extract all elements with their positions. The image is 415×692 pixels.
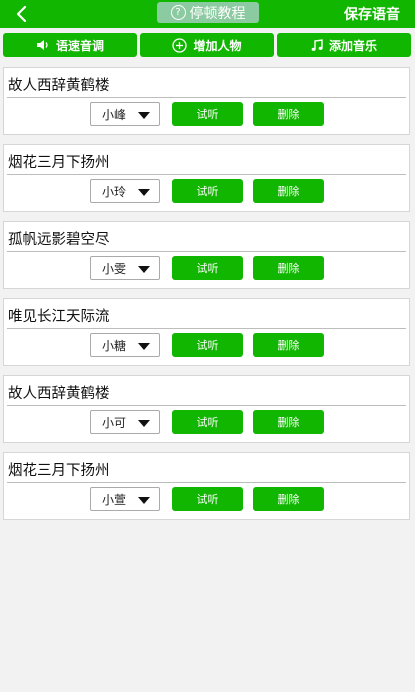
voice-item-card: 故人西辞黄鹤楼 小峰 试听 删除 xyxy=(3,67,410,135)
delete-button[interactable]: 删除 xyxy=(253,333,324,357)
voice-dropdown-value: 小雯 xyxy=(102,261,127,276)
voice-item-text[interactable]: 烟花三月下扬州 xyxy=(8,459,110,480)
voice-dropdown-value: 小糖 xyxy=(102,338,127,353)
divider xyxy=(7,482,406,483)
pause-tutorial-button[interactable]: ? 停顿教程 xyxy=(157,2,259,23)
delete-button[interactable]: 删除 xyxy=(253,410,324,434)
caret-down-icon xyxy=(138,420,150,427)
add-music-button[interactable]: 添加音乐 xyxy=(277,33,411,57)
question-circle-icon: ? xyxy=(170,5,186,20)
add-person-label: 增加人物 xyxy=(193,38,242,53)
voice-dropdown-value: 小玲 xyxy=(102,184,127,199)
listen-button[interactable]: 试听 xyxy=(172,256,243,280)
back-button[interactable] xyxy=(8,2,34,26)
listen-button[interactable]: 试听 xyxy=(172,410,243,434)
speed-pitch-button[interactable]: 语速音调 xyxy=(3,33,137,57)
divider xyxy=(7,251,406,252)
divider xyxy=(7,97,406,98)
voice-dropdown-value: 小峰 xyxy=(102,107,127,122)
voice-item-card: 故人西辞黄鹤楼 小可 试听 删除 xyxy=(3,375,410,443)
save-voice-button[interactable]: 保存语音 xyxy=(344,4,400,24)
plus-circle-icon xyxy=(172,37,188,53)
speaker-icon xyxy=(36,39,50,51)
caret-down-icon xyxy=(138,497,150,504)
caret-down-icon xyxy=(138,112,150,119)
voice-item-text[interactable]: 唯见长江天际流 xyxy=(8,305,110,326)
add-person-button[interactable]: 增加人物 xyxy=(140,33,274,57)
delete-button[interactable]: 删除 xyxy=(253,179,324,203)
voice-item-card: 唯见长江天际流 小糖 试听 删除 xyxy=(3,298,410,366)
caret-down-icon xyxy=(138,266,150,273)
caret-down-icon xyxy=(138,343,150,350)
voice-dropdown[interactable]: 小峰 xyxy=(90,102,160,126)
caret-down-icon xyxy=(138,189,150,196)
voice-item-text[interactable]: 孤帆远影碧空尽 xyxy=(8,228,110,249)
pause-tutorial-label: 停顿教程 xyxy=(189,5,246,22)
listen-button[interactable]: 试听 xyxy=(172,179,243,203)
divider xyxy=(7,328,406,329)
voice-dropdown[interactable]: 小糖 xyxy=(90,333,160,357)
listen-button[interactable]: 试听 xyxy=(172,333,243,357)
music-note-icon xyxy=(311,38,323,52)
voice-item-card: 烟花三月下扬州 小萱 试听 删除 xyxy=(3,452,410,520)
listen-button[interactable]: 试听 xyxy=(172,487,243,511)
voice-dropdown-value: 小萱 xyxy=(102,492,127,507)
divider xyxy=(7,174,406,175)
voice-dropdown-value: 小可 xyxy=(102,415,127,430)
voice-item-card: 烟花三月下扬州 小玲 试听 删除 xyxy=(3,144,410,212)
delete-button[interactable]: 删除 xyxy=(253,256,324,280)
speed-pitch-label: 语速音调 xyxy=(55,38,104,53)
voice-dropdown[interactable]: 小玲 xyxy=(90,179,160,203)
voice-item-text[interactable]: 烟花三月下扬州 xyxy=(8,151,110,172)
voice-item-text[interactable]: 故人西辞黄鹤楼 xyxy=(8,382,110,403)
add-music-label: 添加音乐 xyxy=(328,38,377,53)
delete-button[interactable]: 删除 xyxy=(253,487,324,511)
divider xyxy=(7,405,406,406)
listen-button[interactable]: 试听 xyxy=(172,102,243,126)
toolbar: 语速音调 增加人物 添加音乐 xyxy=(3,33,412,57)
app-header: ? 停顿教程 保存语音 xyxy=(0,0,415,28)
delete-button[interactable]: 删除 xyxy=(253,102,324,126)
voice-dropdown[interactable]: 小雯 xyxy=(90,256,160,280)
voice-item-card: 孤帆远影碧空尽 小雯 试听 删除 xyxy=(3,221,410,289)
voice-dropdown[interactable]: 小可 xyxy=(90,410,160,434)
chevron-left-icon xyxy=(16,5,27,23)
voice-dropdown[interactable]: 小萱 xyxy=(90,487,160,511)
voice-item-text[interactable]: 故人西辞黄鹤楼 xyxy=(8,74,110,95)
